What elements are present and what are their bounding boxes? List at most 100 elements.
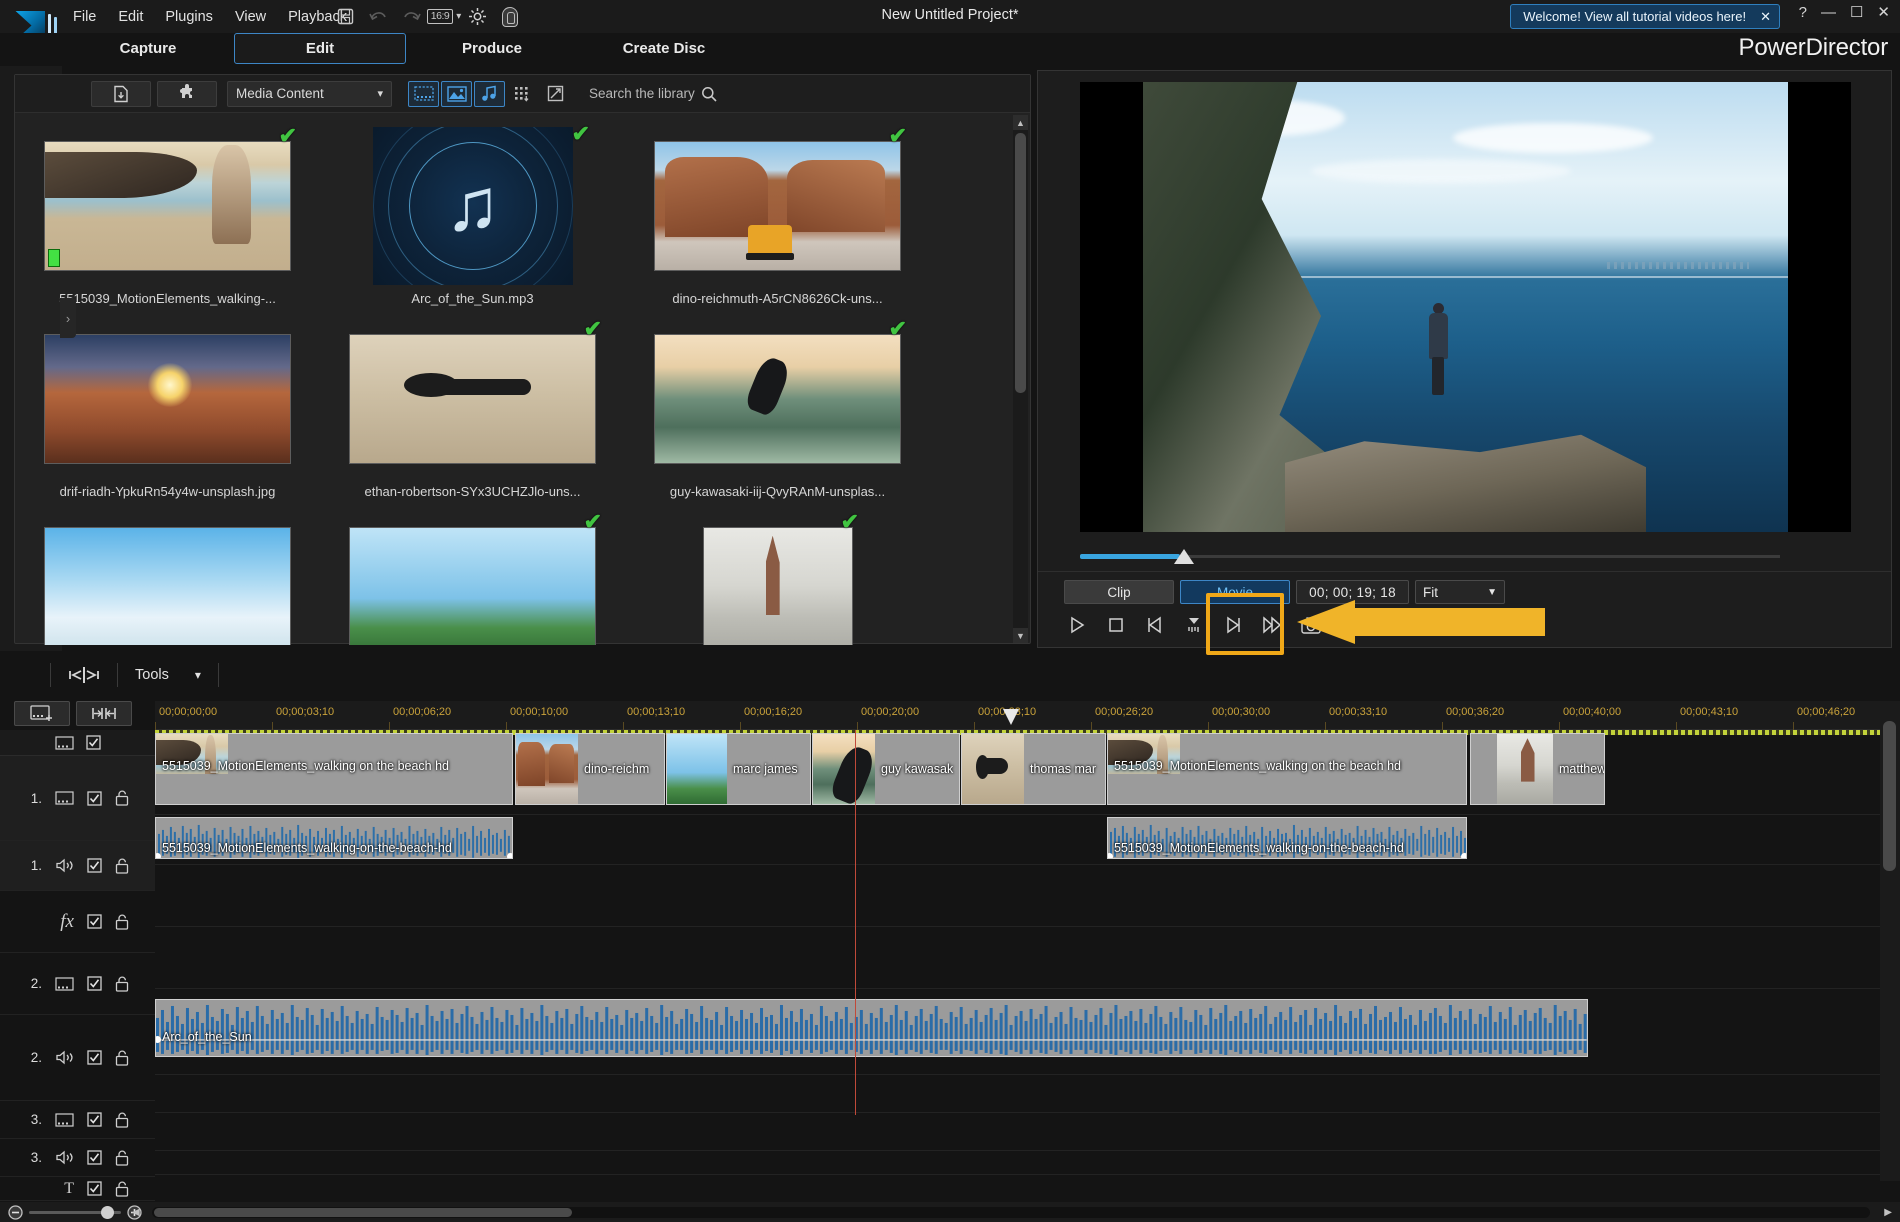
scrollbar-thumb[interactable] bbox=[1015, 133, 1026, 393]
timeline-clip[interactable]: dino-reichm bbox=[515, 733, 665, 805]
plugin-icon[interactable] bbox=[157, 81, 217, 107]
timeline-playhead[interactable] bbox=[1003, 701, 1019, 730]
library-item[interactable]: ✔ ethan-robertson-SYx3UCHZJlo-uns... bbox=[320, 320, 625, 505]
snapshot-camera-icon[interactable] bbox=[1298, 612, 1324, 638]
fast-forward-button[interactable] bbox=[1259, 612, 1285, 638]
track-lock-icon[interactable] bbox=[115, 858, 129, 874]
timeline-clip[interactable]: marc james bbox=[666, 733, 811, 805]
preview-mode-clip[interactable]: Clip bbox=[1064, 580, 1174, 604]
redo-icon[interactable] bbox=[396, 3, 426, 30]
timeline-vertical-scrollbar[interactable] bbox=[1880, 701, 1900, 1181]
track-header-video-2[interactable]: 2. bbox=[0, 953, 155, 1015]
minimize-button[interactable]: — bbox=[1821, 4, 1836, 21]
audio-track-1[interactable]: 5515039_MotionElements_walking-on-the-be… bbox=[155, 815, 1880, 865]
library-item[interactable]: ✔ bbox=[625, 513, 930, 645]
hscroll-track[interactable] bbox=[152, 1207, 1870, 1218]
track-lock-icon[interactable] bbox=[115, 976, 129, 992]
search-input[interactable]: Search the library bbox=[589, 81, 725, 107]
track-header-audio-3[interactable]: 3. bbox=[0, 1139, 155, 1177]
snap-icon[interactable] bbox=[76, 701, 132, 726]
library-item[interactable] bbox=[15, 513, 320, 645]
preview-scrubber[interactable] bbox=[1080, 549, 1780, 565]
track-visibility-checkbox[interactable] bbox=[87, 914, 102, 929]
hscroll-thumb[interactable] bbox=[154, 1208, 572, 1217]
preview-mode-movie[interactable]: Movie bbox=[1180, 580, 1290, 604]
track-visibility-checkbox[interactable] bbox=[87, 1181, 102, 1196]
menu-view[interactable]: View bbox=[224, 3, 277, 31]
library-item[interactable]: ♫ ✔ Arc_of_the_Sun.mp3 bbox=[320, 127, 625, 312]
track-lock-icon[interactable] bbox=[115, 914, 129, 930]
import-media-icon[interactable] bbox=[91, 81, 151, 107]
clip-handle[interactable] bbox=[507, 853, 513, 859]
display-options-icon[interactable] bbox=[1337, 612, 1363, 638]
popout-preview-icon[interactable] bbox=[1472, 612, 1498, 638]
timeline-clip[interactable]: matthew bbox=[1470, 733, 1605, 805]
tab-produce[interactable]: Produce bbox=[406, 33, 578, 64]
play-button[interactable] bbox=[1064, 612, 1090, 638]
menu-edit[interactable]: Edit bbox=[107, 3, 154, 31]
library-item[interactable]: drif-riadh-YpkuRn54y4w-unsplash.jpg bbox=[15, 320, 320, 505]
track-header-video-1[interactable]: 1. bbox=[0, 756, 155, 841]
scroll-right-icon[interactable]: ▶ bbox=[1884, 1207, 1892, 1218]
tools-dropdown[interactable]: Tools ▾ bbox=[135, 667, 201, 683]
track-visibility-checkbox[interactable] bbox=[87, 1150, 102, 1165]
video-track-1[interactable]: 5515039_MotionElements_walking on the be… bbox=[155, 730, 1880, 815]
library-item[interactable]: ✔ dino-reichmuth-A5rCN8626Ck-uns... bbox=[625, 127, 930, 312]
track-lock-icon[interactable] bbox=[115, 1150, 129, 1166]
cut-marker-button[interactable] bbox=[1181, 612, 1207, 638]
scroll-left-icon[interactable]: ◀ bbox=[132, 1207, 140, 1218]
preview-video-area[interactable] bbox=[1080, 82, 1851, 532]
scroll-down-icon[interactable]: ▼ bbox=[1013, 628, 1028, 643]
maximize-button[interactable]: ☐ bbox=[1850, 3, 1863, 21]
scrubber-handle[interactable] bbox=[1174, 549, 1194, 564]
track-visibility-checkbox[interactable] bbox=[87, 791, 102, 806]
track-lock-icon[interactable] bbox=[115, 1050, 129, 1066]
panel-expand-handle[interactable]: › bbox=[60, 298, 76, 338]
track-header-audio-2[interactable]: 2. bbox=[0, 1015, 155, 1101]
welcome-close-icon[interactable]: ✕ bbox=[1760, 9, 1771, 25]
timeline-zoom-control[interactable] bbox=[8, 1202, 148, 1222]
track-lock-icon[interactable] bbox=[115, 1112, 129, 1128]
gear-icon[interactable] bbox=[462, 3, 492, 30]
tab-capture[interactable]: Capture bbox=[62, 33, 234, 64]
filter-expand-icon[interactable] bbox=[540, 81, 571, 107]
track-header-fx[interactable]: fx bbox=[0, 891, 155, 953]
filter-grid-view-icon[interactable] bbox=[507, 81, 538, 107]
next-frame-button[interactable] bbox=[1220, 612, 1246, 638]
fit-timeline-icon[interactable] bbox=[68, 665, 100, 685]
volume-speaker-icon[interactable] bbox=[1376, 612, 1402, 638]
track-header-video-3[interactable]: 3. bbox=[0, 1101, 155, 1139]
timeline-clip[interactable]: 5515039_MotionElements_walking on the be… bbox=[1107, 733, 1467, 805]
fx-track[interactable] bbox=[155, 865, 1880, 927]
library-item[interactable]: ✔ guy-kawasaki-iij-QvyRAnM-unsplas... bbox=[625, 320, 930, 505]
3d-toggle-button[interactable]: 3D bbox=[1415, 612, 1441, 638]
timeline-audio-clip[interactable]: 5515039_MotionElements_walking-on-the-be… bbox=[155, 817, 513, 859]
timeline-clip[interactable]: thomas mar bbox=[961, 733, 1106, 805]
clip-handle[interactable] bbox=[1107, 853, 1113, 859]
preview-fit-select[interactable]: Fit ▼ bbox=[1415, 580, 1505, 604]
timeline-clip[interactable]: 5515039_MotionElements_walking on the be… bbox=[155, 733, 513, 805]
audio-track-3[interactable] bbox=[155, 1113, 1880, 1151]
timeline-clip[interactable]: guy kawasak bbox=[812, 733, 960, 805]
help-button[interactable]: ? bbox=[1799, 4, 1807, 21]
tab-create-disc[interactable]: Create Disc bbox=[578, 33, 750, 64]
menu-plugins[interactable]: Plugins bbox=[154, 3, 224, 31]
scroll-up-icon[interactable]: ▲ bbox=[1013, 115, 1028, 130]
clip-handle[interactable] bbox=[155, 853, 161, 859]
audio-track-2[interactable]: Arc_of_the_Sun bbox=[155, 989, 1880, 1075]
timeline-audio-clip[interactable]: 5515039_MotionElements_walking-on-the-be… bbox=[1107, 817, 1467, 859]
timeline-ruler[interactable]: 00;00;00;00 00;00;03;10 00;00;06;20 00;0… bbox=[155, 701, 1880, 730]
add-track-icon[interactable] bbox=[14, 701, 70, 726]
clip-handle[interactable] bbox=[1461, 853, 1467, 859]
preview-timecode[interactable]: 00; 00; 19; 18 bbox=[1296, 580, 1409, 604]
scrollbar-thumb[interactable] bbox=[1883, 721, 1896, 871]
video-track-3[interactable] bbox=[155, 1075, 1880, 1113]
track-visibility-checkbox[interactable] bbox=[87, 858, 102, 873]
notification-bell-icon[interactable] bbox=[495, 3, 525, 30]
zoom-slider[interactable] bbox=[29, 1211, 121, 1214]
master-track-checkbox[interactable] bbox=[86, 735, 101, 750]
media-content-select[interactable]: Media Content ▾ bbox=[227, 81, 392, 107]
filter-image-icon[interactable] bbox=[441, 81, 472, 107]
track-header-title[interactable]: T bbox=[0, 1177, 155, 1201]
video-track-2[interactable] bbox=[155, 927, 1880, 989]
